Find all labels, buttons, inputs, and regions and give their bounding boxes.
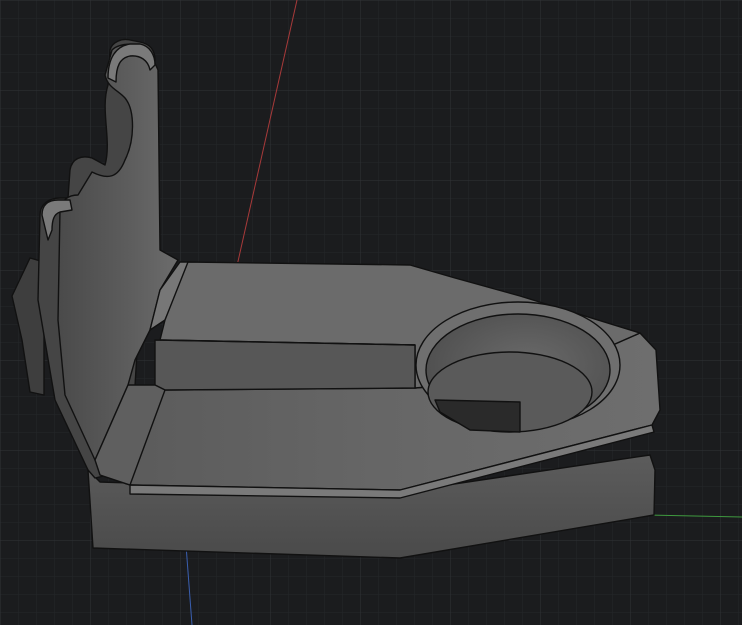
cad-3d-viewport[interactable] bbox=[0, 0, 742, 625]
viewport-canvas[interactable] bbox=[0, 0, 742, 625]
step-wall bbox=[154, 339, 416, 391]
